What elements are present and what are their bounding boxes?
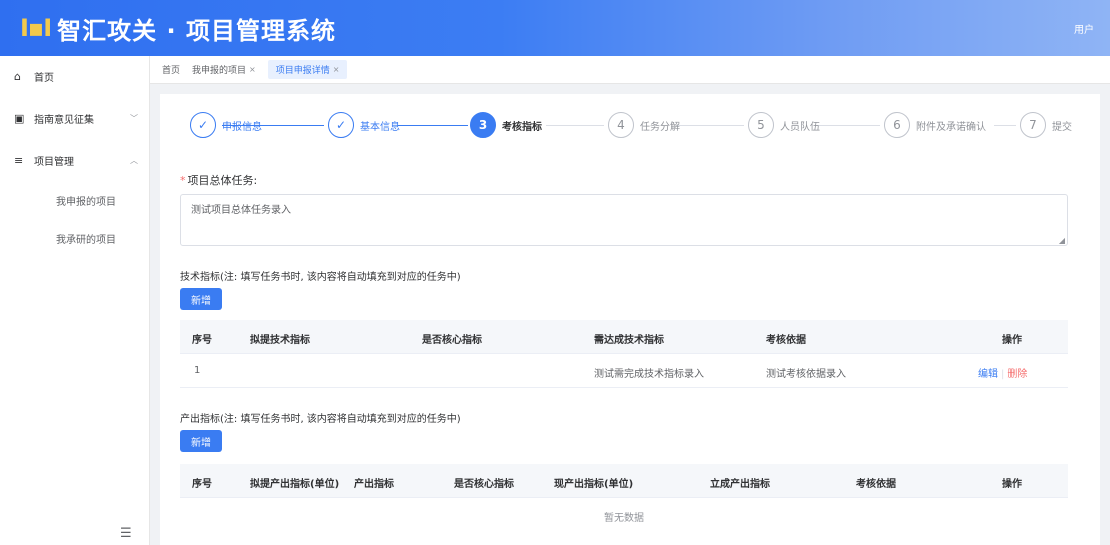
step-number: 7 bbox=[1020, 112, 1046, 138]
add-tech-indicator-button[interactable]: 新增 bbox=[180, 288, 222, 310]
step-6: 6 附件及承诺确认 bbox=[884, 112, 986, 138]
delete-link[interactable]: 删除 bbox=[1007, 369, 1027, 380]
empty-text: 暂无数据 bbox=[604, 513, 644, 524]
check-icon: ✓ bbox=[190, 112, 216, 138]
check-icon: ✓ bbox=[328, 112, 354, 138]
tab-label: 我申报的项目 bbox=[192, 66, 247, 76]
app-title: 智汇攻关 · 项目管理系统 bbox=[57, 16, 336, 45]
step-number: 6 bbox=[884, 112, 910, 138]
tab-my-applied[interactable]: 我申报的项目 × bbox=[192, 63, 256, 76]
tags-bar: 首页 我申报的项目 × 项目申报详情 × bbox=[150, 56, 1110, 84]
tab-home[interactable]: 首页 bbox=[162, 63, 180, 76]
chevron-down-icon: ﹀ bbox=[130, 113, 138, 123]
chevron-up-icon: ︿ bbox=[130, 155, 138, 165]
step-connector bbox=[816, 125, 880, 126]
column-header: 是否核心指标 bbox=[422, 335, 482, 346]
tech-indicator-table: 序号 拟提技术指标 是否核心指标 需达成技术指标 考核依据 操作 1 测试需完成… bbox=[180, 320, 1068, 388]
sidebar-item-guide-collection[interactable]: ▣ 指南意见征集 ﹀ bbox=[0, 106, 150, 130]
step-number: 3 bbox=[470, 112, 496, 138]
step-title: 考核指标 bbox=[502, 121, 542, 133]
sidebar-item-label: 指南意见征集 bbox=[34, 114, 94, 126]
step-progress: ✓ 申报信息 ✓ 基本信息 3 考核指标 4 任务分解 5 人员队伍 6 附件及… bbox=[160, 112, 1100, 146]
column-header: 操作 bbox=[1002, 479, 1022, 490]
sidebar-item-label: 项目管理 bbox=[34, 156, 74, 168]
menu-icon: ≡ bbox=[14, 153, 24, 167]
step-title: 任务分解 bbox=[640, 121, 680, 133]
step-number: 4 bbox=[608, 112, 634, 138]
step-title: 基本信息 bbox=[360, 121, 400, 133]
edit-link[interactable]: 编辑 bbox=[978, 369, 998, 380]
table-header: 序号 拟提产出指标(单位) 产出指标 是否核心指标 现产出指标(单位) 立成产出… bbox=[180, 464, 1068, 498]
sidebar: ⌂ 首页 ▣ 指南意见征集 ﹀ ≡ 项目管理 ︿ 我申报的项目 我承研的项目 ☰ bbox=[0, 56, 150, 545]
collapse-sidebar-icon[interactable]: ☰ bbox=[120, 526, 132, 541]
row-actions: 编辑 | 删除 bbox=[978, 365, 1027, 380]
step-5: 5 人员队伍 bbox=[748, 112, 820, 138]
column-header: 序号 bbox=[192, 335, 212, 346]
add-output-indicator-button[interactable]: 新增 bbox=[180, 430, 222, 452]
tab-label: 首页 bbox=[162, 66, 181, 76]
step-2: ✓ 基本信息 bbox=[328, 112, 400, 138]
step-title: 人员队伍 bbox=[780, 121, 820, 133]
table-row: 1 测试需完成技术指标录入 测试考核依据录入 编辑 | 删除 bbox=[180, 354, 1068, 388]
document-icon: ▣ bbox=[14, 111, 25, 125]
column-header: 需达成技术指标 bbox=[594, 335, 664, 346]
main-panel: ✓ 申报信息 ✓ 基本信息 3 考核指标 4 任务分解 5 人员队伍 6 附件及… bbox=[160, 94, 1100, 545]
sidebar-item-label: 首页 bbox=[34, 72, 54, 84]
step-1: ✓ 申报信息 bbox=[190, 112, 262, 138]
close-icon[interactable]: × bbox=[249, 65, 256, 74]
output-indicator-table: 序号 拟提产出指标(单位) 产出指标 是否核心指标 现产出指标(单位) 立成产出… bbox=[180, 464, 1068, 532]
total-task-value: 测试项目总体任务录入 bbox=[191, 205, 291, 216]
column-header: 拟提产出指标(单位) bbox=[250, 479, 340, 490]
step-connector bbox=[398, 125, 468, 126]
column-header: 考核依据 bbox=[856, 479, 896, 490]
assessment-basis: 测试考核依据录入 bbox=[766, 369, 846, 380]
column-header: 立成产出指标 bbox=[710, 479, 770, 490]
step-connector bbox=[546, 125, 604, 126]
column-header: 考核依据 bbox=[766, 335, 806, 346]
resize-handle-icon[interactable]: ◢ bbox=[1059, 236, 1065, 245]
step-number: 5 bbox=[748, 112, 774, 138]
column-header: 拟提技术指标 bbox=[250, 335, 310, 346]
column-header: 序号 bbox=[192, 479, 212, 490]
target-indicator: 测试需完成技术指标录入 bbox=[594, 369, 704, 380]
tech-indicator-hint: 技术指标(注: 填写任务书时, 该内容将自动填充到对应的任务中) bbox=[180, 272, 461, 283]
total-task-textarea[interactable]: 测试项目总体任务录入 ◢ bbox=[180, 194, 1068, 246]
tab-label: 项目申报详情 bbox=[275, 66, 330, 76]
empty-state: 暂无数据 bbox=[180, 498, 1068, 532]
sidebar-item-project-management[interactable]: ≡ 项目管理 ︿ bbox=[0, 148, 150, 172]
table-header: 序号 拟提技术指标 是否核心指标 需达成技术指标 考核依据 操作 bbox=[180, 320, 1068, 354]
sidebar-subitem-my-undertaken[interactable]: 我承研的项目 bbox=[56, 231, 116, 246]
total-task-label: * 项目总体任务: bbox=[180, 172, 257, 188]
step-title: 提交 bbox=[1052, 121, 1072, 133]
output-indicator-hint: 产出指标(注: 填写任务书时, 该内容将自动填充到对应的任务中) bbox=[180, 414, 461, 425]
sidebar-subitem-my-applied[interactable]: 我申报的项目 bbox=[56, 193, 116, 208]
column-header: 产出指标 bbox=[354, 479, 394, 490]
action-separator: | bbox=[1001, 369, 1005, 380]
column-header: 是否核心指标 bbox=[454, 479, 514, 490]
top-header: I▪I 智汇攻关 · 项目管理系统 用户 bbox=[0, 0, 1110, 56]
step-3: 3 考核指标 bbox=[470, 112, 542, 138]
step-connector bbox=[994, 125, 1016, 126]
required-mark: * bbox=[180, 174, 186, 187]
close-icon[interactable]: × bbox=[333, 65, 340, 74]
column-header: 现产出指标(单位) bbox=[554, 479, 634, 490]
user-menu[interactable]: 用户 bbox=[1074, 21, 1094, 36]
step-connector bbox=[676, 125, 744, 126]
sidebar-item-home[interactable]: ⌂ 首页 bbox=[0, 64, 150, 88]
step-7: 7 提交 bbox=[1020, 112, 1072, 138]
step-4: 4 任务分解 bbox=[608, 112, 680, 138]
column-header: 操作 bbox=[1002, 335, 1022, 346]
total-task-label-text: 项目总体任务: bbox=[187, 174, 258, 187]
step-title: 附件及承诺确认 bbox=[916, 121, 986, 133]
app-logo: I▪I bbox=[20, 14, 52, 42]
row-index: 1 bbox=[194, 365, 201, 376]
tab-project-detail[interactable]: 项目申报详情 × bbox=[267, 60, 348, 79]
step-title: 申报信息 bbox=[222, 121, 262, 133]
home-icon: ⌂ bbox=[14, 69, 21, 83]
